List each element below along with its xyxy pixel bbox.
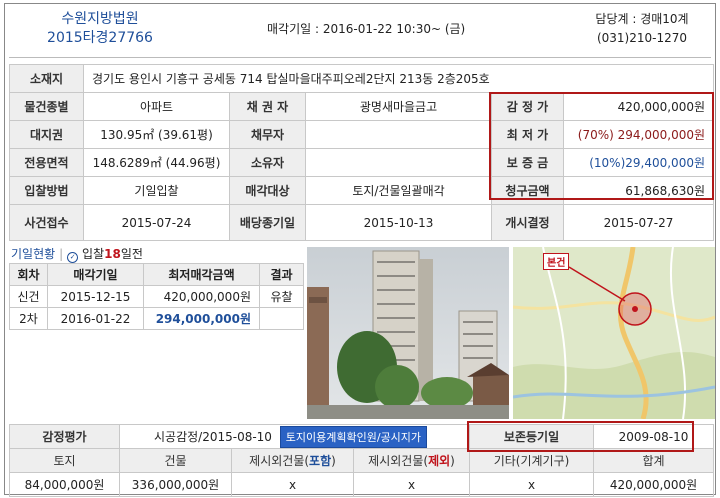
deadline-value: 2015-10-13 (305, 204, 492, 241)
total-amount: 420,000,000원 (593, 472, 715, 497)
extra-excluded-amount: x (352, 472, 471, 497)
apartment-photo-image (307, 247, 509, 419)
start-label: 개시결정 (491, 204, 564, 241)
location-map[interactable]: 본건 (513, 247, 715, 419)
map-image (513, 247, 715, 419)
col-other: 기타(기계기구) (469, 448, 595, 473)
extra-included-amount: x (231, 472, 354, 497)
sale-target-label: 매각대상 (229, 176, 306, 205)
appraisal-label: 감정평가 (9, 424, 120, 449)
col-date: 매각기일 (47, 263, 144, 286)
owner-label: 소유자 (229, 148, 306, 177)
owner-value (305, 148, 492, 177)
days-suffix: 일전 (120, 247, 143, 261)
dept-info: 담당계 : 경매10계 (031)210-1270 (575, 10, 709, 48)
days-count: 18 (104, 247, 121, 261)
map-location-badge: 본건 (543, 253, 570, 270)
land-value: 130.95㎡ (39.61평) (83, 120, 230, 149)
bid-method-value: 기일입찰 (83, 176, 230, 205)
col-price: 최저매각금액 (143, 263, 260, 286)
other-amount: x (469, 472, 595, 497)
history-title-text: 기일현황 (11, 247, 56, 261)
col-land: 토지 (9, 448, 120, 473)
sale-target-value: 토지/건물일괄매각 (305, 176, 492, 205)
address-label: 소재지 (9, 64, 84, 93)
type-label: 물건종별 (9, 92, 84, 121)
table-row: 신건 2015-12-15 420,000,000원 유찰 (9, 285, 304, 308)
round-cell: 신건 (9, 285, 48, 308)
appraisal-summary: 시공감정/2015-08-10 토지이용계획확인원/공시지가 (118, 424, 471, 449)
divider (9, 57, 711, 58)
appraisal-value: 시공감정/2015-08-10 (154, 429, 272, 444)
date-cell: 2015-12-15 (47, 285, 144, 308)
case-number: 2015타경27766 (47, 30, 153, 46)
round-cell: 2차 (9, 307, 48, 330)
debtor-value (305, 120, 492, 149)
col-building: 건물 (119, 448, 232, 473)
history-table: 회차 매각기일 최저매각금액 결과 신건 2015-12-15 420,000,… (9, 263, 304, 330)
area-value: 148.6289㎡ (44.96평) (83, 148, 230, 177)
price-highlight-box (489, 92, 714, 200)
building-amount: 336,000,000원 (119, 472, 232, 497)
land-label: 대지권 (9, 120, 84, 149)
price-cell: 294,000,000원 (143, 307, 260, 330)
deadline-label: 배당종기일 (229, 204, 306, 241)
col-extra-included: 제시외건물(포함) (231, 448, 354, 473)
debtor-label: 채무자 (229, 120, 306, 149)
col-total: 합계 (593, 448, 715, 473)
area-label: 전용면적 (9, 148, 84, 177)
sale-date: 매각기일 : 2016-01-22 10:30~ (금) (267, 22, 466, 36)
days-prefix: 입찰 (82, 247, 105, 261)
col-result: 결과 (259, 263, 304, 286)
received-value: 2015-07-24 (83, 204, 230, 241)
check-circle-icon: ✓ (67, 252, 79, 263)
land-use-plan-button[interactable]: 토지이용계획확인원/공시지가 (279, 425, 428, 448)
col-extra-excluded: 제시외건물(제외) (352, 448, 471, 473)
court-name: 수원지방법원 (61, 11, 139, 27)
court-info: 수원지방법원 2015타경27766 (15, 10, 185, 48)
creditor-value: 광명새마을금고 (305, 92, 492, 121)
address-value: 경기도 용인시 기흥구 공세동 714 탑실마을대주피오레2단지 213동 2층… (82, 64, 715, 93)
result-cell: 유찰 (259, 285, 304, 308)
type-value: 아파트 (83, 92, 230, 121)
bid-method-label: 입찰방법 (9, 176, 84, 205)
registration-highlight-box (467, 421, 694, 452)
creditor-label: 채 권 자 (229, 92, 306, 121)
received-label: 사건접수 (9, 204, 84, 241)
dept-name: 담당계 : 경매10계 (595, 12, 689, 26)
land-amount: 84,000,000원 (9, 472, 120, 497)
result-cell (259, 307, 304, 330)
col-round: 회차 (9, 263, 48, 286)
dept-phone: (031)210-1270 (596, 31, 688, 45)
start-value: 2015-07-27 (562, 204, 715, 241)
property-photo[interactable] (307, 247, 509, 419)
price-cell: 420,000,000원 (143, 285, 260, 308)
header: 수원지방법원 2015타경27766 매각기일 : 2016-01-22 10:… (5, 4, 715, 54)
table-row: 2차 2016-01-22 294,000,000원 (9, 307, 304, 330)
auction-summary-panel: 수원지방법원 2015타경27766 매각기일 : 2016-01-22 10:… (4, 3, 716, 497)
history-title: 기일현황 | ✓ 입찰18일전 (11, 245, 143, 263)
date-cell: 2016-01-22 (47, 307, 144, 330)
history-title-sep: | (59, 247, 64, 261)
